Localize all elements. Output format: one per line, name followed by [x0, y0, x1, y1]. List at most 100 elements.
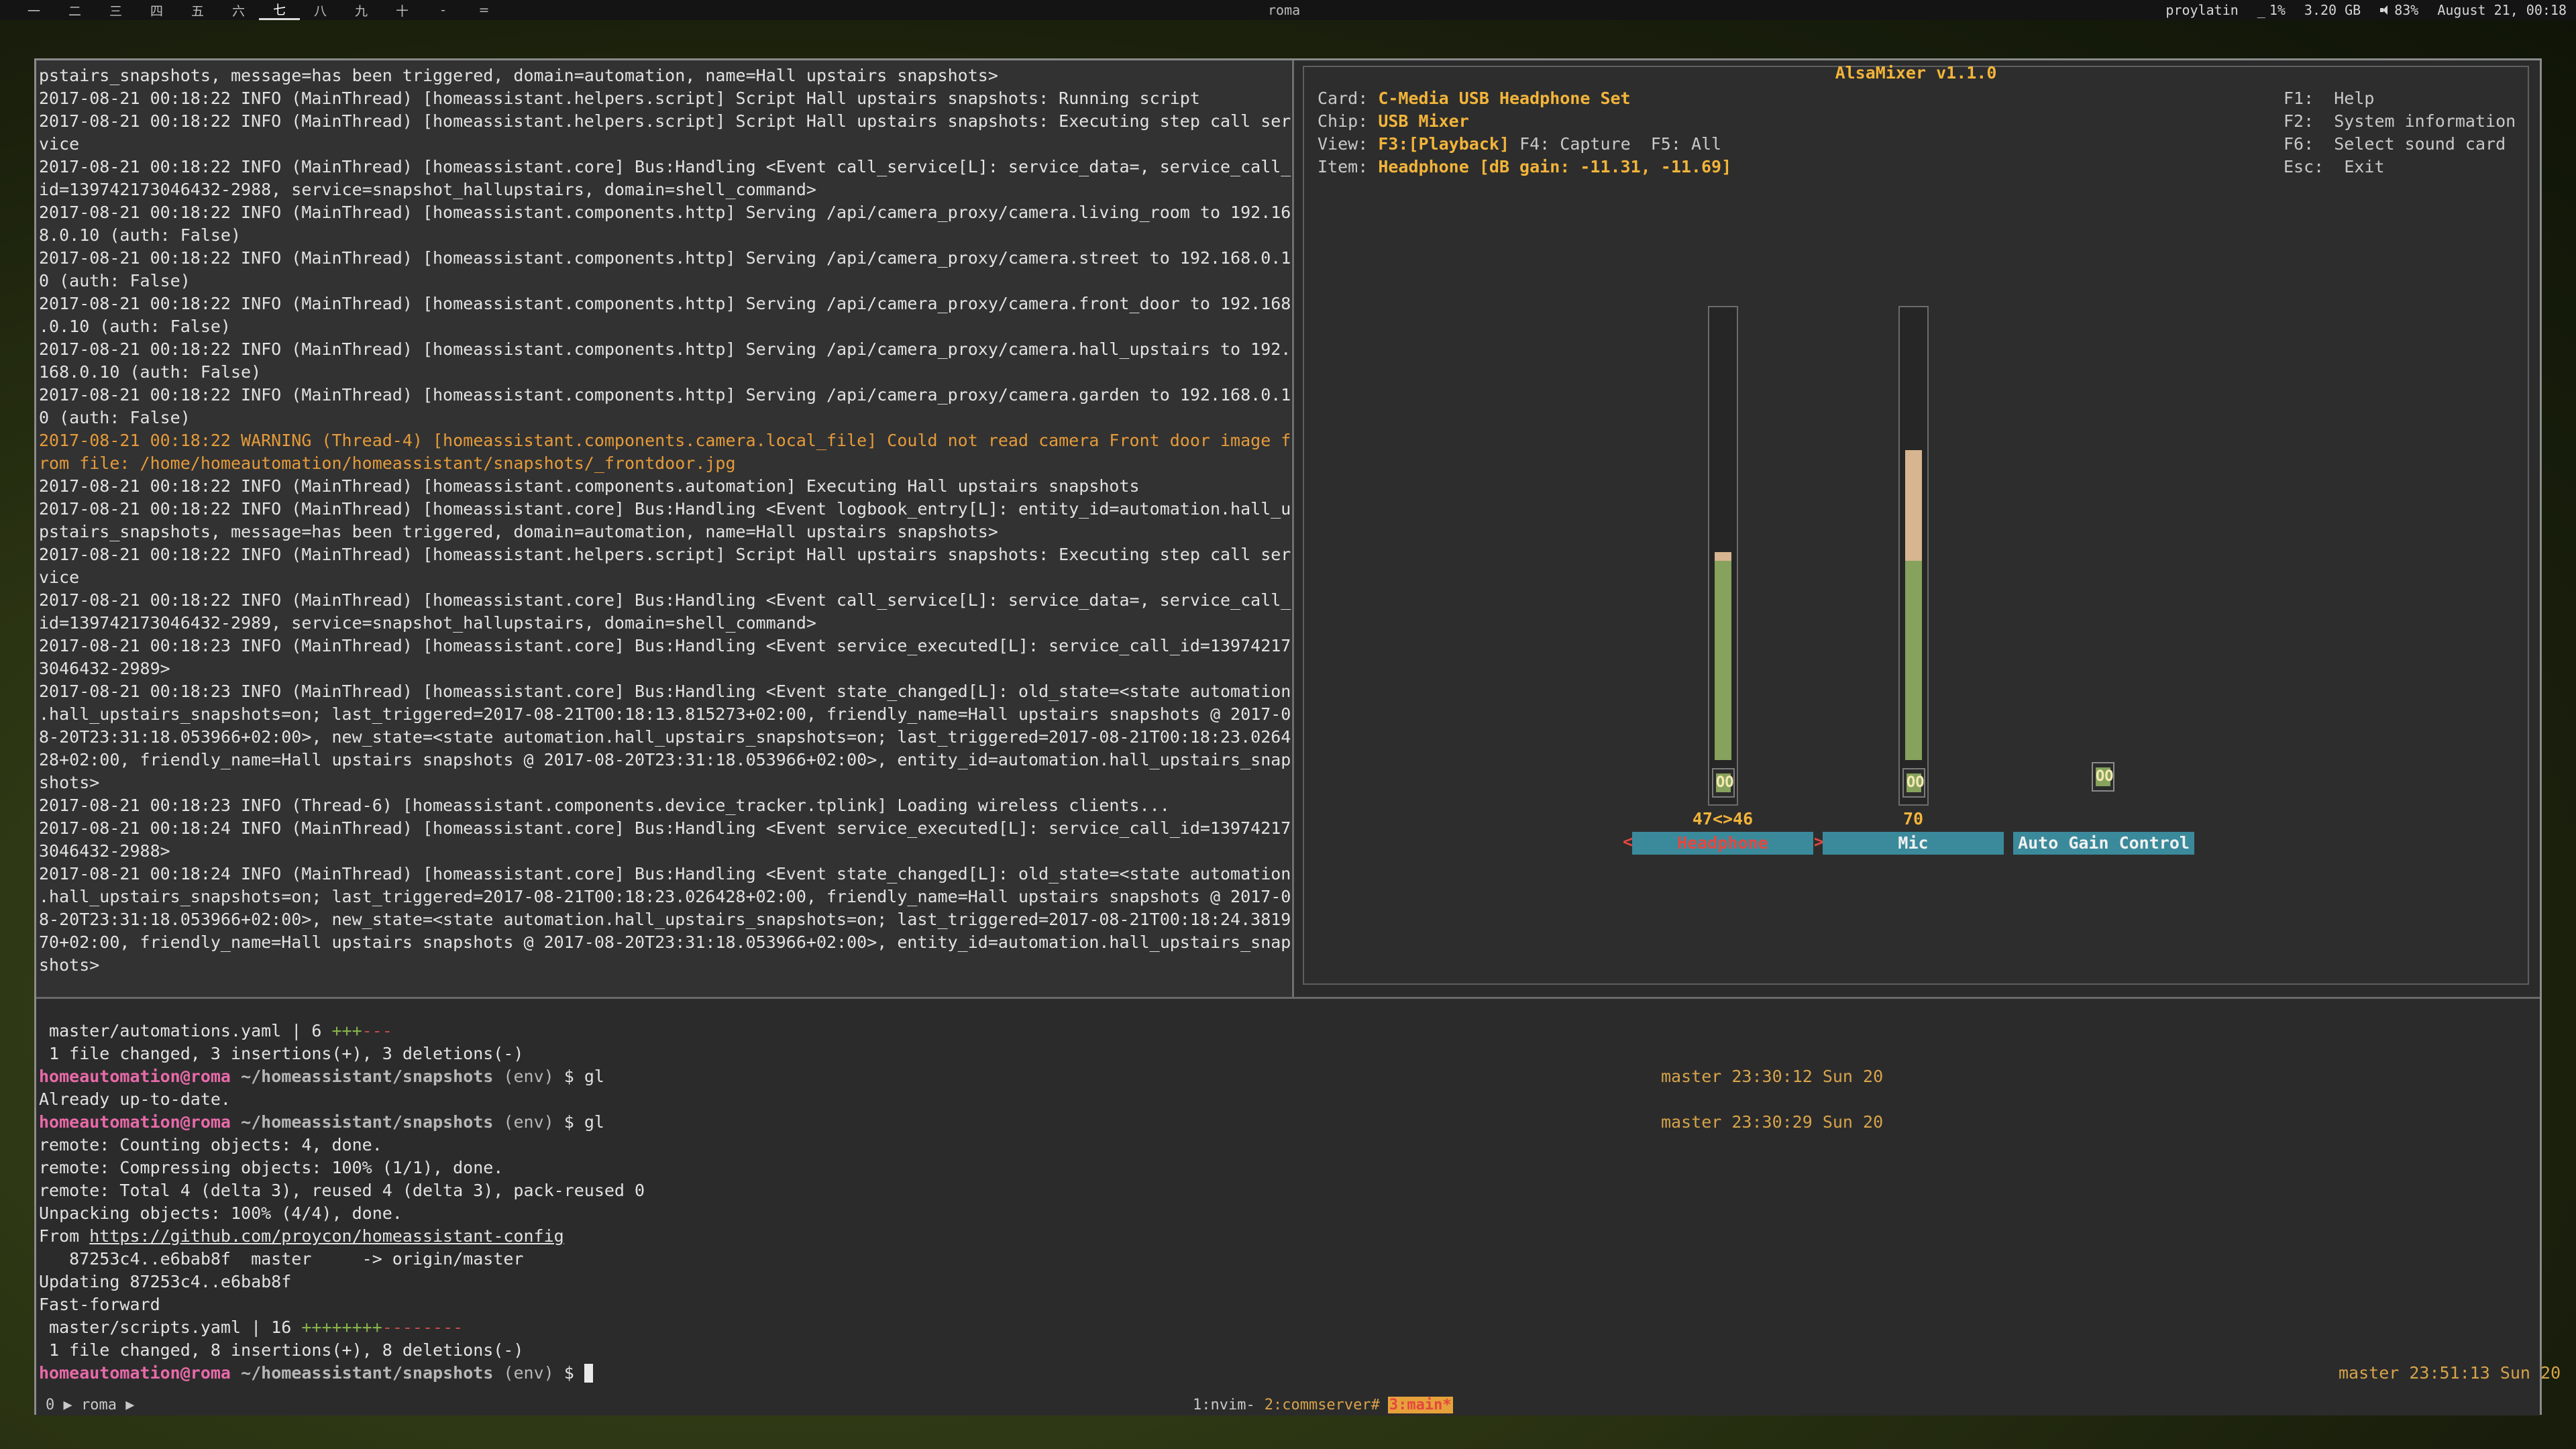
- diffstat-summary: 1 file changed, 8 insertions(+), 8 delet…: [39, 1340, 524, 1360]
- workspace-1[interactable]: 一: [13, 0, 54, 20]
- pane-divider-vertical[interactable]: [1292, 60, 1294, 997]
- log-line: 28+02:00, friendly_name=Hall upstairs sn…: [39, 750, 1291, 769]
- output-line: remote: Compressing objects: 100% (1/1),…: [39, 1158, 504, 1177]
- chip-row: Chip: USB Mixer: [1318, 110, 1731, 133]
- prompt-host: roma: [190, 1363, 231, 1383]
- log-line: 2017-08-21 00:18:22 INFO (MainThread) [h…: [39, 545, 1291, 564]
- log-line: .0.10 (auth: False): [39, 317, 231, 336]
- prompt-line: homeautomation@roma ~/homeassistant/snap…: [39, 1111, 2534, 1134]
- mute-toggle[interactable]: OO: [1902, 768, 1925, 798]
- log-line: 2017-08-21 00:18:22 INFO (MainThread) [h…: [39, 385, 1291, 405]
- workspace-4[interactable]: 四: [136, 0, 177, 20]
- output-line: Unpacking objects: 100% (4/4), done.: [39, 1203, 402, 1223]
- switch-toggle[interactable]: OO: [2092, 762, 2114, 792]
- workspace-2[interactable]: 二: [54, 0, 95, 20]
- help-key: F6:: [2284, 134, 2314, 154]
- log-line: 2017-08-21 00:18:24 INFO (MainThread) [h…: [39, 818, 1291, 838]
- clock-value: August 21, 00:18: [2437, 2, 2567, 18]
- command-text: gl: [584, 1112, 604, 1132]
- log-line: 2017-08-21 00:18:22 INFO (MainThread) [h…: [39, 476, 1140, 496]
- tmux-window-tab[interactable]: 1:nvim-: [1191, 1397, 1256, 1413]
- volume-slider[interactable]: OO: [1708, 306, 1738, 806]
- prompt-user: homeautomation: [39, 1112, 180, 1132]
- workspace-5[interactable]: 五: [177, 0, 218, 20]
- prompt-env: (env): [503, 1067, 554, 1086]
- switch-indicator: OO: [2096, 767, 2114, 786]
- prompt-path: ~/homeassistant/snapshots: [241, 1363, 494, 1383]
- workspace-3[interactable]: 三: [95, 0, 136, 20]
- diffstat-line: master/automations.yaml | 6 +++---: [39, 1021, 392, 1040]
- view-label: View:: [1318, 134, 1368, 154]
- log-line: 2017-08-21 00:18:22 WARNING (Thread-4) […: [39, 431, 1291, 450]
- prompt-env: (env): [503, 1112, 554, 1132]
- selection-marker-left: <: [1623, 832, 1633, 851]
- prompt-user: homeautomation: [39, 1363, 180, 1383]
- channel-value: 47<>46: [1692, 809, 1754, 828]
- card-label: Card:: [1318, 89, 1368, 108]
- log-line: shots>: [39, 955, 100, 975]
- volume-indicator[interactable]: 83%: [2379, 2, 2418, 18]
- volume-slider[interactable]: OO: [1898, 306, 1929, 806]
- volume-value: 83%: [2394, 2, 2419, 18]
- shell-pane[interactable]: master/automations.yaml | 6 +++--- 1 fil…: [36, 1020, 2561, 1389]
- log-line: shots>: [39, 773, 100, 792]
- log-line: 2017-08-21 00:18:23 INFO (MainThread) [h…: [39, 682, 1291, 701]
- diffstat-summary: 1 file changed, 3 insertions(+), 3 delet…: [39, 1044, 524, 1063]
- alsamixer-title: AlsaMixer v1.1.0: [1835, 63, 1997, 83]
- workspace-12[interactable]: =: [464, 0, 504, 20]
- mute-toggle[interactable]: OO: [1712, 768, 1735, 798]
- channel-name[interactable]: Auto Gain Control: [2013, 832, 2194, 855]
- help-desc: System information: [2314, 111, 2516, 131]
- channel-name[interactable]: Headphone: [1632, 832, 1813, 855]
- card-value: C-Media USB Headphone Set: [1378, 89, 1631, 108]
- top-panel: 一二三四五六七八九十 - = roma proylatin _ 1% 3.20 GB…: [0, 0, 2576, 20]
- diffstat-line: master/scripts.yaml | 16 ++++++++-------…: [39, 1318, 464, 1337]
- help-desc: Select sound card: [2314, 134, 2506, 154]
- card-row: Card: C-Media USB Headphone Set: [1318, 87, 1731, 110]
- view-capture[interactable]: F4: Capture: [1519, 134, 1631, 154]
- memory-indicator: 3.20 GB: [2304, 2, 2361, 18]
- log-line: 2017-08-21 00:18:22 INFO (MainThread) [h…: [39, 89, 1200, 108]
- item-row: Item: Headphone [dB gain: -11.31, -11.69…: [1318, 156, 1731, 178]
- log-line: vice: [39, 568, 80, 587]
- channel-name[interactable]: Mic: [1823, 832, 2004, 855]
- help-entry: F1: Help: [2284, 87, 2516, 110]
- alsamixer-frame: AlsaMixer v1.1.0 Card: C-Media USB Headp…: [1303, 63, 2529, 985]
- view-all[interactable]: F5: All: [1651, 134, 1721, 154]
- help-entry: Esc: Exit: [2284, 156, 2516, 178]
- workspace-10[interactable]: 十: [382, 0, 423, 20]
- output-line: Updating 87253c4..e6bab8f: [39, 1272, 292, 1291]
- tmux-window-tab[interactable]: 2:commserver#: [1263, 1397, 1381, 1413]
- help-key: F1:: [2284, 89, 2314, 108]
- alsamixer-pane[interactable]: AlsaMixer v1.1.0 Card: C-Media USB Headp…: [1295, 60, 2540, 997]
- workspace-11[interactable]: -: [423, 0, 464, 20]
- tmux-status-bar: 0 ▶ roma ▶ 1:nvim- 2:commserver# 3:main*: [36, 1395, 2540, 1415]
- workspace-7[interactable]: 七: [259, 0, 300, 20]
- repo-link[interactable]: https://github.com/proycon/homeassistant…: [89, 1226, 564, 1246]
- workspace-8[interactable]: 八: [300, 0, 341, 20]
- log-line: .hall_upstairs_snapshots=on; last_trigge…: [39, 887, 1291, 906]
- workspace-list: 一二三四五六七八九十 - =: [13, 0, 504, 20]
- text-cursor[interactable]: [584, 1364, 593, 1383]
- output-line: Fast-forward: [39, 1295, 160, 1314]
- view-playback[interactable]: F3:[Playback]: [1378, 134, 1509, 154]
- tmux-window-tab[interactable]: 3:main*: [1387, 1397, 1453, 1413]
- user-indicator: proylatin: [2165, 2, 2238, 18]
- user-name: proylatin: [2165, 2, 2239, 18]
- log-pane[interactable]: pstairs_snapshots, message=has been trig…: [36, 60, 1291, 997]
- log-line: 8.0.10 (auth: False): [39, 225, 241, 245]
- right-prompt: master 23:51:13 Sun 20: [2339, 1363, 2561, 1383]
- log-line: 2017-08-21 00:18:23 INFO (Thread-6) [hom…: [39, 796, 1170, 815]
- cpu-value: 1%: [2269, 2, 2286, 18]
- prompt-symbol: $: [564, 1067, 574, 1086]
- mute-indicator: OO: [1907, 773, 1925, 792]
- pane-divider-horizontal[interactable]: [36, 997, 2540, 999]
- active-prompt-line[interactable]: homeautomation@roma ~/homeassistant/snap…: [39, 1362, 2561, 1385]
- log-line: vice: [39, 134, 80, 154]
- clock[interactable]: August 21, 00:18: [2437, 2, 2567, 18]
- workspace-9[interactable]: 九: [341, 0, 382, 20]
- mute-indicator: OO: [1716, 773, 1734, 792]
- help-key: F2:: [2284, 111, 2314, 131]
- terminal-window[interactable]: pstairs_snapshots, message=has been trig…: [34, 58, 2561, 1415]
- workspace-6[interactable]: 六: [218, 0, 259, 20]
